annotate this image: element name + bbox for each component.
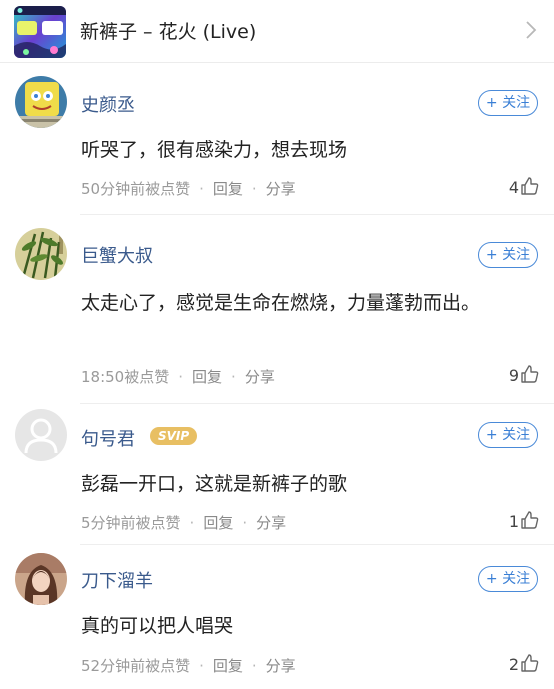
separator-dot: · [199,657,204,675]
chevron-right-icon[interactable] [524,20,538,44]
comment-meta: 52分钟前被点赞 · 回复 · 分享 [81,655,296,676]
avatar[interactable] [15,409,67,461]
comment-item: 巨蟹大叔 + 关注 太走心了，感觉是生命在燃烧，力量蓬勃而出。 18:50被点赞… [0,215,554,404]
like-time: 18:50被点赞 [81,368,170,386]
comment-text: 太走心了，感觉是生命在燃烧，力量蓬勃而出。 [81,292,481,314]
thumbs-up-icon [521,177,539,195]
username[interactable]: 巨蟹大叔 [81,242,153,268]
separator-dot: · [231,368,236,386]
separator-dot: · [242,514,248,532]
svip-badge: SVIP [150,427,198,445]
like-button[interactable]: 2 [509,653,540,674]
share-button[interactable]: 分享 [245,368,275,386]
reply-button[interactable]: 回复 [213,657,243,675]
like-time: 50分钟前被点赞 [81,180,191,198]
avatar[interactable] [15,228,67,280]
thumbs-up-icon [521,365,539,383]
comment-meta: 5分钟前被点赞 · 回复 · 分享 [81,512,286,533]
like-count: 4 [508,178,519,197]
avatar[interactable] [15,553,67,605]
separator-dot: · [251,657,257,675]
thumbs-up-icon [521,654,539,672]
separator-dot: · [251,180,257,198]
thumbs-up-icon [521,511,539,529]
comment-item: 刀下溜羊 + 关注 真的可以把人唱哭 52分钟前被点赞 · 回复 · 分享 2 [0,545,554,689]
comment-meta: 50分钟前被点赞 · 回复 · 分享 [81,178,296,199]
share-button[interactable]: 分享 [256,514,286,532]
username[interactable]: 史颜丞 [81,91,135,117]
like-count: 1 [508,512,519,531]
comment-meta: 18:50被点赞 · 回复 · 分享 [81,366,275,387]
reply-button[interactable]: 回复 [192,368,222,386]
like-button[interactable]: 4 [509,176,540,197]
share-button[interactable]: 分享 [266,180,296,198]
like-time: 5分钟前被点赞 [81,514,181,532]
comment-item: 史颜丞 + 关注 听哭了，很有感染力，想去现场 50分钟前被点赞 · 回复 · 分享 4 [0,62,554,215]
separator-dot: · [199,180,204,198]
song-title: 新裤子 – 花火 (Live) [80,21,257,43]
reply-button[interactable]: 回复 [203,514,233,532]
like-button[interactable]: 1 [509,510,540,531]
follow-button[interactable]: + 关注 [478,566,538,592]
like-time: 52分钟前被点赞 [81,657,191,675]
album-cover [14,6,66,58]
comment-text: 听哭了，很有感染力，想去现场 [81,139,348,161]
comment-item: 句号君 SVIP + 关注 彭磊一开口，这就是新裤子的歌 5分钟前被点赞 · 回复 ·… [0,404,554,545]
avatar[interactable] [15,76,67,128]
follow-button[interactable]: + 关注 [478,242,538,268]
comment-text: 彭磊一开口，这就是新裤子的歌 [81,473,348,495]
follow-button[interactable]: + 关注 [478,422,538,448]
comment-text: 真的可以把人唱哭 [81,615,234,637]
separator-dot: · [178,368,184,386]
username[interactable]: 句号君 [81,425,135,451]
like-button[interactable]: 9 [509,364,540,385]
share-button[interactable]: 分享 [266,657,296,675]
like-count: 9 [508,366,519,385]
like-count: 2 [508,655,519,674]
follow-button[interactable]: + 关注 [478,90,538,116]
reply-button[interactable]: 回复 [213,180,243,198]
separator-dot: · [189,514,195,532]
song-header[interactable]: 新裤子 – 花火 (Live) [0,0,554,63]
username[interactable]: 刀下溜羊 [81,567,153,593]
